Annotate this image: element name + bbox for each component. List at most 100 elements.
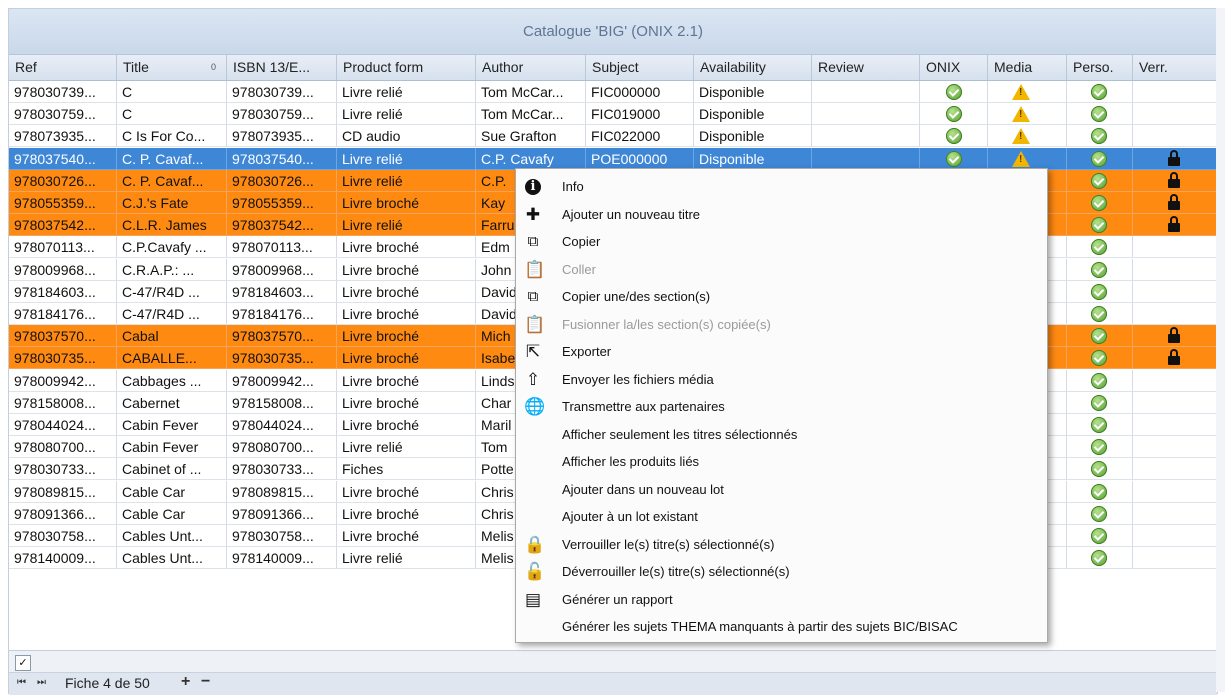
table-cell: Tom McCar... (476, 103, 586, 126)
table-cell: C.P.Cavafy ... (117, 236, 227, 259)
last-record-icon[interactable]: ⏭ (37, 677, 46, 688)
export-icon: ⇱ (525, 342, 541, 361)
table-cell: 978030739... (227, 81, 337, 103)
column-header-0[interactable]: Ref (9, 55, 117, 80)
table-cell: C. P. Cavaf... (117, 147, 227, 170)
column-header-2[interactable]: ISBN 13/E... (227, 55, 337, 80)
column-header-label: ISBN 13/E... (233, 59, 311, 75)
table-cell: Cabernet (117, 391, 227, 414)
table-cell: C-47/R4D ... (117, 280, 227, 303)
column-header-10[interactable]: Perso. (1067, 55, 1133, 80)
column-header-label: Perso. (1073, 59, 1114, 75)
table-cell: 978037570... (227, 325, 337, 348)
context-menu-item[interactable]: ⇱ Exporter (516, 338, 1047, 366)
context-menu-item[interactable]: ⇧ Envoyer les fichiers média (516, 366, 1047, 394)
table-cell: 978030726... (9, 169, 117, 192)
table-cell: 978030739... (9, 81, 117, 103)
table-cell: 978030735... (227, 347, 337, 370)
context-menu-item[interactable]: 📋 Coller (516, 256, 1047, 284)
table-cell: Livre broché (337, 303, 476, 325)
column-header-4[interactable]: Author (476, 55, 586, 80)
column-header-label: Ref (15, 59, 37, 75)
table-cell: 978091366... (9, 502, 117, 525)
column-header-3[interactable]: Product form (337, 55, 476, 80)
context-menu-item[interactable]: Générer les sujets THEMA manquants à par… (516, 613, 1047, 641)
column-header-label: Media (994, 59, 1033, 75)
table-row[interactable]: 978030759... C 978030759... Livre relié Tom … (9, 103, 1217, 126)
table-cell: Livre broché (337, 414, 476, 436)
table-cell: Cable Car (117, 480, 227, 503)
vertical-scrollbar[interactable] (1216, 8, 1225, 692)
column-header-1[interactable]: Title 0 (117, 55, 227, 80)
perso-valid-icon (1091, 84, 1107, 100)
column-header-label: Availability (700, 59, 766, 75)
column-header-6[interactable]: Availability (694, 55, 812, 80)
context-menu-item[interactable]: 📋 Fusionner la/les section(s) copiée(s) (516, 311, 1047, 339)
context-menu-item[interactable]: Afficher les produits liés (516, 448, 1047, 476)
context-menu-item[interactable]: 🔓 Déverrouiller le(s) titre(s) sélectionn… (516, 558, 1047, 586)
context-menu-item[interactable]: Afficher seulement les titres sélectionn… (516, 421, 1047, 449)
perso-valid-icon (1091, 483, 1107, 500)
column-header-11[interactable]: Verr. (1133, 55, 1217, 80)
context-menu-item[interactable]: Ajouter à un lot existant (516, 503, 1047, 531)
table-cell: 978044024... (9, 414, 117, 436)
table-cell (1133, 258, 1217, 281)
table-cell: Livre broché (337, 502, 476, 525)
media-warning-icon (1012, 128, 1030, 145)
merge-icon: 📋 (524, 314, 546, 334)
perso-valid-icon (1091, 150, 1107, 167)
column-header-label: Verr. (1139, 59, 1168, 75)
column-header-label: Review (818, 59, 864, 75)
perso-valid-icon (1091, 372, 1107, 389)
context-menu-item[interactable]: ✚ Ajouter un nouveau titre (516, 201, 1047, 229)
column-header-5[interactable]: Subject (586, 55, 694, 80)
table-cell: Sue Grafton (476, 125, 586, 148)
table-cell: Livre relié (337, 547, 476, 570)
table-cell: Cabin Fever (117, 436, 227, 459)
grid-footer: ✓ ⏮ ⏭ Fiche 4 de 50 + − (9, 650, 1217, 695)
filter-checkbox[interactable]: ✓ (15, 655, 31, 671)
table-cell: 978030758... (227, 525, 337, 547)
context-menu-item[interactable]: 🌐 Transmettre aux partenaires (516, 393, 1047, 421)
table-cell: 978037542... (9, 214, 117, 237)
context-menu-label: Exporter (562, 344, 612, 359)
context-menu-item[interactable]: ⧉ Copier une/des section(s) (516, 283, 1047, 311)
add-record-button[interactable]: + (181, 673, 190, 691)
table-cell: Livre relié (337, 103, 476, 126)
table-row[interactable]: 978030739... C 978030739... Livre relié Tom … (9, 81, 1217, 103)
table-cell: 978184603... (227, 280, 337, 303)
context-menu-item[interactable]: ⧉ Copier (516, 228, 1047, 256)
table-cell: C (117, 81, 227, 103)
column-header-7[interactable]: Review (812, 55, 920, 80)
first-record-icon[interactable]: ⏮ (17, 677, 26, 688)
table-cell (1133, 236, 1217, 259)
table-cell: 978184176... (227, 303, 337, 325)
table-cell: Fiches (337, 458, 476, 481)
copy-sections-icon: ⧉ (527, 288, 539, 305)
context-menu-label: Copier une/des section(s) (562, 289, 711, 304)
table-cell: Disponible (694, 125, 812, 148)
table-row[interactable]: 978037540... C. P. Cavaf... 978037540... Li… (9, 147, 1217, 170)
context-menu-item[interactable]: i Info (516, 173, 1047, 201)
table-cell (812, 125, 920, 148)
table-cell: C.R.A.P.: ... (117, 258, 227, 281)
context-menu-item[interactable]: Ajouter dans un nouveau lot (516, 476, 1047, 504)
perso-valid-icon (1091, 528, 1107, 544)
upload-media-icon: ⇧ (525, 369, 541, 389)
table-cell: 978055359... (227, 192, 337, 214)
table-cell: 978030759... (9, 103, 117, 126)
context-menu-label: Envoyer les fichiers média (562, 371, 714, 387)
table-cell: 978073935... (227, 125, 337, 148)
window-title: Catalogue 'BIG' (ONIX 2.1) (9, 9, 1217, 55)
remove-record-button[interactable]: − (201, 673, 210, 691)
column-header-9[interactable]: Media (988, 55, 1067, 80)
column-header-8[interactable]: ONIX (920, 55, 988, 80)
table-row[interactable]: 978073935... C Is For Co... 978073935... CD… (9, 125, 1217, 148)
context-menu-item[interactable]: 🔒 Verrouiller le(s) titre(s) sélectionné(… (516, 531, 1047, 559)
column-header-label: Author (482, 59, 524, 75)
context-menu-item[interactable]: ▤ Générer un rapport (516, 586, 1047, 614)
table-cell: 978158008... (227, 391, 337, 414)
table-cell: Livre relié (337, 147, 476, 170)
table-cell: Cable Car (117, 502, 227, 525)
media-warning-icon (1012, 106, 1030, 123)
